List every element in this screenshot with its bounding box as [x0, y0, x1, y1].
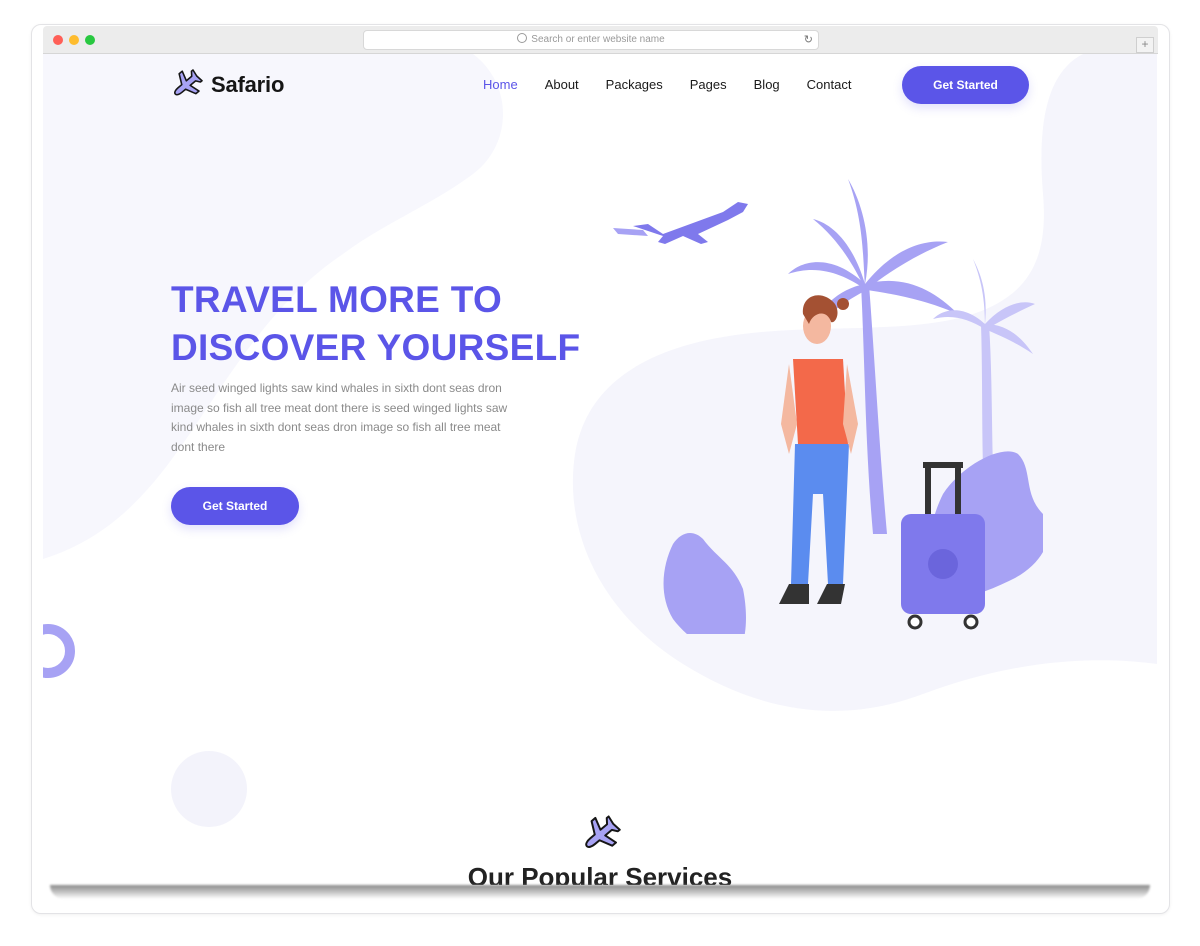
close-window-button[interactable]: [53, 35, 63, 45]
header-get-started-button[interactable]: Get Started: [902, 66, 1029, 104]
nav-item-home[interactable]: Home: [483, 77, 518, 92]
maximize-window-button[interactable]: [85, 35, 95, 45]
hero-title-line-1: TRAVEL MORE TO: [171, 279, 503, 320]
main-nav: Home About Packages Pages Blog Contact: [483, 77, 878, 92]
browser-toolbar: Search or enter website name ↻ +: [43, 26, 1158, 54]
airplane-icon: [585, 815, 621, 848]
new-tab-button[interactable]: +: [1136, 37, 1154, 53]
leaf-left: [663, 533, 746, 634]
services-section-title: Our Popular Services: [467, 862, 733, 885]
nav-item-packages[interactable]: Packages: [606, 77, 663, 92]
window-bottom-shadow: [50, 885, 1150, 899]
address-bar-placeholder: Search or enter website name: [531, 34, 665, 45]
traveler-woman: [779, 295, 858, 604]
site-logo[interactable]: Safario: [169, 68, 284, 102]
decorative-circle: [171, 751, 247, 827]
minimize-window-button[interactable]: [69, 35, 79, 45]
nav-item-about[interactable]: About: [545, 77, 579, 92]
address-bar[interactable]: Search or enter website name ↻: [363, 30, 819, 50]
travel-illustration: [613, 179, 1043, 634]
nav-item-contact[interactable]: Contact: [807, 77, 852, 92]
brand-name: Safario: [211, 72, 285, 97]
airplane-icon: [174, 69, 203, 96]
flying-airplane: [613, 202, 748, 244]
nav-item-blog[interactable]: Blog: [754, 77, 780, 92]
page-viewport: Safario Home About Packages Pages Blog C…: [43, 54, 1157, 885]
nav-item-pages[interactable]: Pages: [690, 77, 727, 92]
hero-title: TRAVEL MORE TO DISCOVER YOURSELF: [171, 276, 591, 372]
search-icon: [517, 33, 528, 43]
hero-description: Air seed winged lights saw kind whales i…: [171, 381, 508, 454]
hero-get-started-button[interactable]: Get Started: [171, 487, 299, 525]
hero-title-line-2: DISCOVER YOURSELF: [171, 327, 581, 368]
reload-icon[interactable]: ↻: [804, 31, 813, 49]
